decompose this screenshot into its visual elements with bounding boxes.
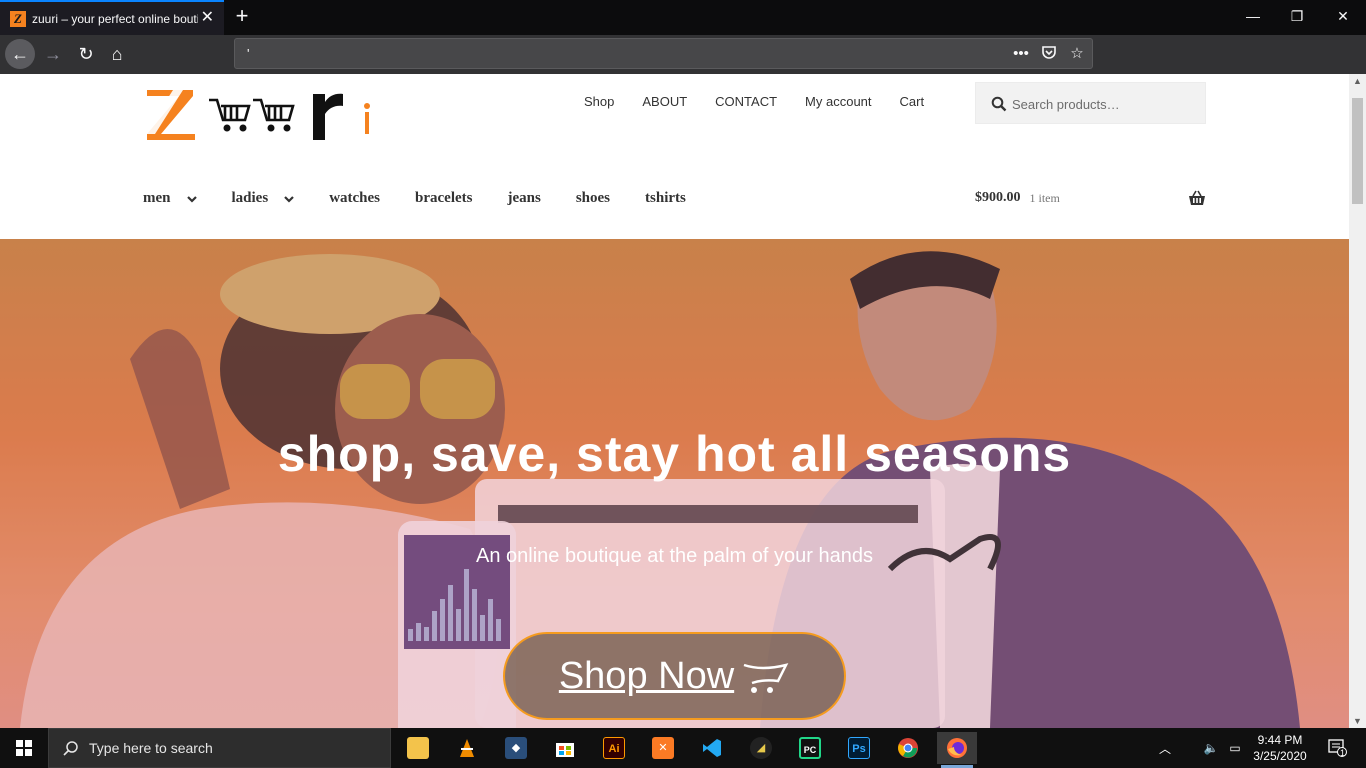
photoshop-icon[interactable]: Ps (839, 732, 879, 764)
clock-date: 3/25/2020 (1253, 749, 1307, 763)
search-input[interactable] (1012, 93, 1197, 115)
category-ladies[interactable]: ladies (232, 190, 295, 207)
scroll-thumb[interactable] (1352, 98, 1363, 204)
bookmark-star-icon[interactable]: ☆ (1067, 44, 1087, 64)
nav-link-cart[interactable]: Cart (900, 94, 925, 109)
tab-title: zuuri – your perfect online boutique (32, 11, 198, 26)
pycharm-icon[interactable]: PC (790, 732, 830, 764)
new-tab-button[interactable]: + (230, 4, 254, 28)
mysql-workbench-icon[interactable]: ◆ (496, 732, 536, 764)
page-actions-icon[interactable]: ••• (1011, 44, 1031, 64)
search-icon (991, 96, 1007, 112)
volume-icon[interactable]: 🔈 (1200, 728, 1222, 768)
adobe-illustrator-icon[interactable]: Ai (594, 732, 634, 764)
vlc-icon[interactable] (447, 732, 487, 764)
cart-amount: $900.00 (975, 190, 1021, 205)
chevron-down-icon (186, 195, 197, 203)
chrome-icon[interactable] (888, 732, 928, 764)
category-label: bracelets (415, 190, 473, 206)
cart-item-count: 1 item (1029, 190, 1060, 205)
zuuri-logo[interactable] (143, 82, 383, 142)
file-explorer-icon[interactable] (398, 732, 438, 764)
notification-count: 1 (1340, 748, 1346, 758)
taskbar-search-placeholder: Type here to search (89, 740, 213, 756)
address-bar[interactable]: ' ••• ☆ (234, 38, 1093, 69)
clock-time: 9:44 PM (1257, 733, 1303, 747)
category-tshirts[interactable]: tshirts (645, 190, 686, 207)
shop-now-button[interactable]: Shop Now (503, 632, 846, 720)
minimize-button[interactable]: — (1230, 0, 1276, 35)
category-label: watches (329, 190, 381, 206)
close-window-button[interactable]: ✕ (1320, 0, 1366, 35)
shop-now-label: Shop Now (558, 654, 735, 697)
hero-title: shop, save, stay hot all seasons (277, 426, 1072, 482)
category-watches[interactable]: watches (329, 190, 380, 207)
category-label: jeans (507, 190, 541, 206)
category-men[interactable]: men (143, 190, 197, 207)
scroll-up-icon[interactable]: ▲ (1349, 74, 1366, 88)
web-page: Shop ABOUT CONTACT My account Cart men l… (0, 74, 1349, 728)
category-label: men (143, 190, 171, 206)
reload-button[interactable]: ↻ (71, 39, 101, 69)
back-button[interactable]: ← (5, 39, 35, 69)
page-scrollbar[interactable]: ▲ ▼ (1349, 74, 1366, 728)
scroll-down-icon[interactable]: ▼ (1349, 714, 1366, 728)
header-cart[interactable]: $900.00 1 item (975, 190, 1206, 206)
category-navigation: men ladies watches bracelets jeans shoes… (143, 190, 721, 207)
taskbar-search[interactable]: Type here to search (48, 728, 391, 768)
microsoft-store-icon[interactable] (545, 732, 585, 764)
zuuri-favicon-icon: Z (10, 10, 26, 27)
windows-taskbar: Type here to search ◆ Ai ✕ ◢ PC Ps ︿ 🔈 ▭… (0, 728, 1366, 768)
product-search (975, 82, 1206, 124)
category-label: ladies (231, 190, 269, 206)
shopping-cart-icon (743, 663, 789, 693)
chevron-down-icon (284, 195, 294, 203)
category-bracelets[interactable]: bracelets (415, 190, 472, 207)
xampp-icon[interactable]: ✕ (643, 732, 683, 764)
show-hidden-icons-icon[interactable]: ︿ (1150, 728, 1180, 768)
category-shoes[interactable]: shoes (576, 190, 610, 207)
nav-link-my-account[interactable]: My account (805, 94, 871, 109)
restore-button[interactable]: ❐ (1274, 0, 1320, 35)
home-button[interactable]: ⌂ (102, 39, 132, 69)
nav-link-about[interactable]: ABOUT (642, 94, 687, 109)
category-label: tshirts (645, 190, 686, 206)
hero-banner: shop, save, stay hot all seasons An onli… (0, 239, 1349, 728)
windows-start-icon[interactable] (0, 728, 48, 768)
nav-link-contact[interactable]: CONTACT (715, 94, 777, 109)
category-label: shoes (575, 190, 611, 206)
forward-button[interactable]: → (38, 39, 68, 69)
basket-icon (1189, 190, 1205, 205)
system-clock[interactable]: 9:44 PM 3/25/2020 (1240, 732, 1320, 764)
search-icon (63, 741, 78, 756)
primary-navigation: Shop ABOUT CONTACT My account Cart (584, 94, 952, 109)
nav-link-shop[interactable]: Shop (584, 94, 614, 109)
browser-toolbar: ← → ↻ ⌂ ' ••• ☆ (0, 35, 1366, 74)
tab-bar: Z zuuri – your perfect online boutique ✕… (0, 0, 1366, 35)
hero-subtitle: An online boutique at the palm of your h… (476, 545, 873, 567)
inkscape-icon[interactable]: ◢ (741, 732, 781, 764)
vs-code-icon[interactable] (692, 732, 732, 764)
close-tab-icon[interactable]: ✕ (201, 10, 214, 26)
notifications-icon[interactable]: 1 (1322, 728, 1352, 768)
category-jeans[interactable]: jeans (508, 190, 541, 207)
pocket-icon[interactable] (1039, 44, 1059, 66)
browser-tab[interactable]: Z zuuri – your perfect online boutique ✕ (0, 0, 224, 35)
address-text: ' (247, 46, 250, 61)
firefox-icon[interactable] (937, 732, 977, 768)
